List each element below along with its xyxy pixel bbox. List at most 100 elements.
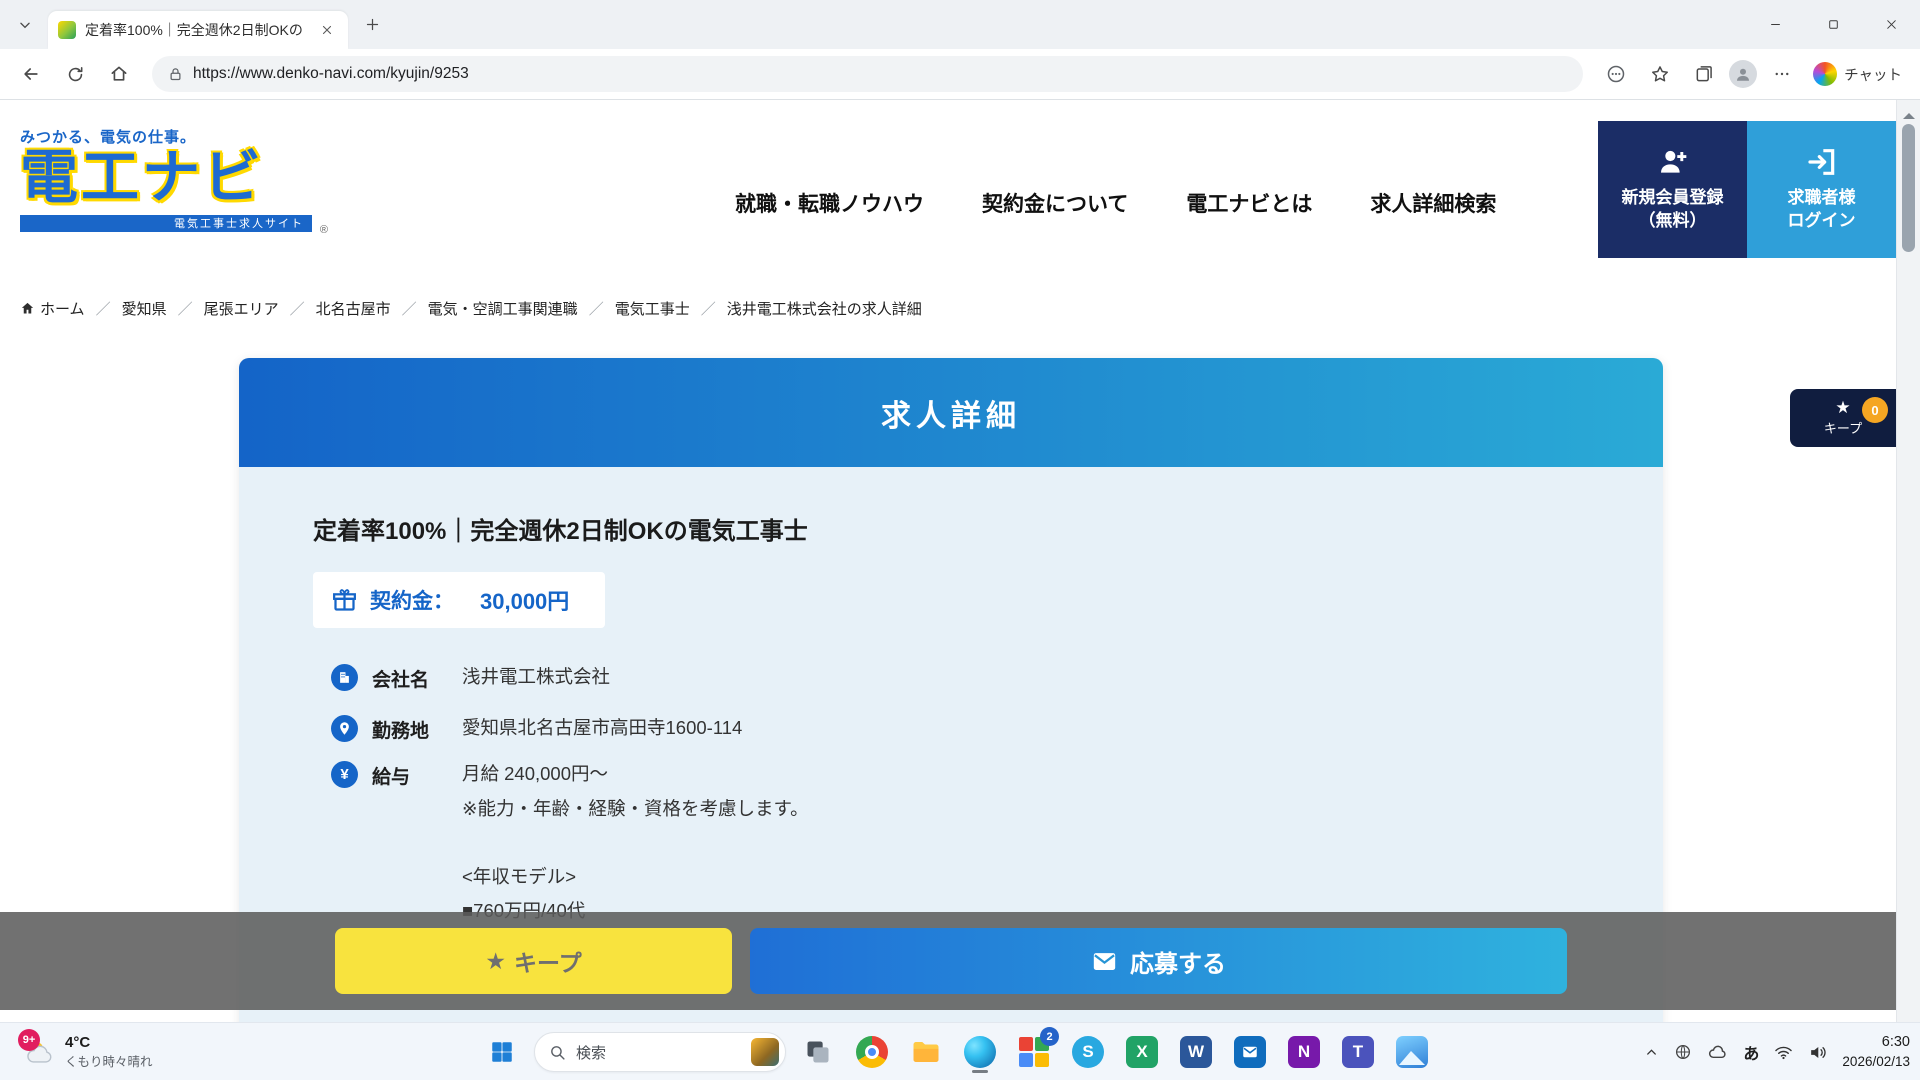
weather-widget[interactable]: 9+ 4°C くもり時々晴れ <box>14 1023 161 1080</box>
breadcrumb-separator: ／ <box>701 298 716 319</box>
site-logo-text: 電工ナビ <box>20 147 330 210</box>
taskbar: 9+ 4°C くもり時々晴れ 検索 <box>0 1022 1920 1080</box>
weather-desc: くもり時々晴れ <box>65 1051 153 1070</box>
outlook-icon[interactable] <box>1228 1030 1272 1074</box>
search-icon <box>549 1044 566 1061</box>
back-button[interactable] <box>12 55 50 93</box>
clock-date: 2026/02/13 <box>1842 1053 1910 1071</box>
breadcrumb-home[interactable]: ホーム <box>20 298 85 319</box>
scrollbar-up-arrow-icon[interactable] <box>1903 107 1915 119</box>
keep-widget[interactable]: ★ キープ 0 <box>1790 389 1896 447</box>
field-label: 給与 <box>372 761 462 789</box>
site-tagline: みつかる、電気の仕事。 <box>20 126 330 147</box>
breadcrumb-separator: ／ <box>402 298 417 319</box>
start-button[interactable] <box>480 1030 524 1074</box>
breadcrumb-category[interactable]: 電気・空調工事関連職 <box>428 298 578 319</box>
volume-icon[interactable] <box>1808 1043 1827 1062</box>
task-view-icon[interactable] <box>796 1030 840 1074</box>
new-tab-button[interactable] <box>356 9 388 41</box>
salary-note: ※能力・年齢・経験・資格を考慮します。 <box>462 796 809 823</box>
scrollbar-thumb[interactable] <box>1902 124 1915 252</box>
excel-icon[interactable]: X <box>1120 1030 1164 1074</box>
site-logo-subtitle: 電気工事士求人サイト <box>20 215 312 232</box>
nav-link-job-search[interactable]: 求人詳細検索 <box>1370 188 1496 218</box>
favorites-star-icon[interactable] <box>1641 55 1679 93</box>
salary-model-title: <年収モデル> <box>462 860 585 894</box>
page-scrollbar[interactable] <box>1896 100 1920 1022</box>
edge-icon[interactable] <box>958 1030 1002 1074</box>
copilot-button[interactable]: チャット <box>1813 62 1902 86</box>
browser-toolbar: https://www.denko-navi.com/kyujin/9253 チ… <box>0 49 1920 100</box>
file-explorer-icon[interactable] <box>904 1030 948 1074</box>
skype-icon[interactable]: S <box>1066 1030 1110 1074</box>
site-logo[interactable]: みつかる、電気の仕事。 電工ナビ 電気工事士求人サイト ® <box>20 126 330 232</box>
taskbar-search[interactable]: 検索 <box>534 1032 786 1072</box>
home-icon <box>20 301 35 316</box>
breadcrumb-area[interactable]: 尾張エリア <box>204 298 279 319</box>
settings-more-icon[interactable] <box>1763 55 1801 93</box>
keep-count-badge: 0 <box>1862 397 1888 423</box>
breadcrumb-city[interactable]: 北名古屋市 <box>316 298 391 319</box>
close-button[interactable] <box>1862 0 1920 49</box>
apply-button[interactable]: 応募する <box>750 928 1567 994</box>
mail-icon <box>1091 948 1118 975</box>
photos-icon[interactable] <box>1390 1030 1434 1074</box>
teams-icon[interactable]: T <box>1336 1030 1380 1074</box>
field-row-company: 会社名 浅井電工株式会社 <box>331 664 610 692</box>
taskbar-center: 検索 2 S X W N T <box>480 1023 1434 1080</box>
active-app-indicator <box>972 1070 988 1073</box>
breadcrumb-jobtype[interactable]: 電気工事士 <box>615 298 690 319</box>
microsoft365-icon[interactable]: 2 <box>1012 1030 1056 1074</box>
word-icon[interactable]: W <box>1174 1030 1218 1074</box>
home-button[interactable] <box>100 55 138 93</box>
network-globe-icon[interactable] <box>1674 1043 1692 1061</box>
copilot-label: チャット <box>1844 64 1902 85</box>
onenote-icon[interactable]: N <box>1282 1030 1326 1074</box>
tray-chevron-up-icon[interactable] <box>1644 1045 1659 1060</box>
maximize-button[interactable] <box>1804 0 1862 49</box>
browser-tab[interactable]: 定着率100%｜完全週休2日制OKの <box>48 11 348 49</box>
job-title: 定着率100%｜完全週休2日制OKの電気工事士 <box>313 511 808 546</box>
registered-mark: ® <box>320 224 328 236</box>
register-button[interactable]: 新規会員登録（無料） <box>1598 121 1747 258</box>
tab-title: 定着率100%｜完全週休2日制OKの <box>85 20 316 40</box>
tab-close-icon[interactable] <box>316 19 338 41</box>
breadcrumb: ホーム ／ 愛知県 ／ 尾張エリア ／ 北名古屋市 ／ 電気・空調工事関連職 ／… <box>20 298 922 319</box>
login-button[interactable]: 求職者様ログイン <box>1747 121 1896 258</box>
minimize-button[interactable] <box>1746 0 1804 49</box>
bonus-value: 30,000円 <box>480 584 569 616</box>
collections-icon[interactable] <box>1685 55 1723 93</box>
taskbar-clock[interactable]: 6:30 2026/02/13 <box>1842 1033 1910 1071</box>
keep-button[interactable]: ★ キープ <box>335 928 732 994</box>
app-notification-badge: 2 <box>1040 1027 1059 1046</box>
browser-tab-strip: 定着率100%｜完全週休2日制OKの <box>0 0 1920 49</box>
gift-icon <box>331 587 358 614</box>
search-placeholder: 検索 <box>576 1042 741 1063</box>
onedrive-cloud-icon[interactable] <box>1707 1042 1728 1063</box>
profile-avatar[interactable] <box>1729 60 1757 88</box>
breadcrumb-separator: ／ <box>96 298 111 319</box>
nav-link-bonus[interactable]: 契約金について <box>982 188 1128 218</box>
building-icon <box>331 664 358 691</box>
salary-value: 月給 240,000円〜 <box>462 763 608 784</box>
breadcrumb-pref[interactable]: 愛知県 <box>122 298 167 319</box>
company-name: 浅井電工株式会社 <box>462 664 610 691</box>
wifi-icon[interactable] <box>1774 1043 1793 1062</box>
tab-list-chevron-icon[interactable] <box>8 8 42 42</box>
ime-indicator[interactable]: あ <box>1743 1040 1759 1064</box>
extensions-icon[interactable] <box>1597 55 1635 93</box>
search-highlight-image[interactable] <box>751 1038 779 1066</box>
yen-icon: ¥ <box>331 761 358 788</box>
nav-link-about[interactable]: 電工ナビとは <box>1186 188 1312 218</box>
windows-logo-icon <box>489 1039 515 1065</box>
salary-block: 月給 240,000円〜 ※能力・年齢・経験・資格を考慮します。 <box>462 761 809 823</box>
keep-button-star-icon: ★ <box>485 948 506 975</box>
nav-link-knowhow[interactable]: 就職・転職ノウハウ <box>735 188 924 218</box>
sticky-action-bar: ★ キープ 応募する <box>0 912 1896 1010</box>
chrome-icon[interactable] <box>850 1030 894 1074</box>
refresh-button[interactable] <box>56 55 94 93</box>
site-info-lock-icon[interactable] <box>168 67 183 82</box>
address-bar[interactable]: https://www.denko-navi.com/kyujin/9253 <box>152 56 1583 92</box>
bonus-box: 契約金： 30,000円 <box>313 572 605 628</box>
site-nav: 就職・転職ノウハウ 契約金について 電工ナビとは 求人詳細検索 <box>735 188 1496 218</box>
